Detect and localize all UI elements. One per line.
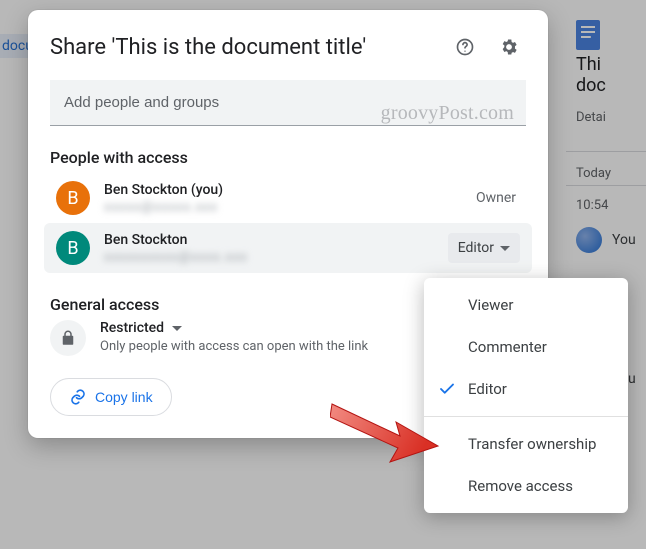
role-label: Editor — [458, 240, 494, 256]
person-email: xxxxx@xxxxx.xxx — [104, 200, 462, 215]
detail-label: Detai — [576, 110, 636, 125]
doc-title-line1: Thi — [576, 54, 636, 75]
role-owner-label: Owner — [476, 190, 520, 206]
user-dot-icon — [576, 227, 602, 253]
help-button[interactable] — [448, 30, 482, 64]
dialog-title: Share 'This is the document title' — [50, 35, 438, 60]
person-email: xxxxxxxxxx@xxxx.xxx — [104, 250, 434, 265]
doc-file-icon — [576, 20, 600, 50]
person-name: Ben Stockton (you) — [104, 182, 462, 198]
menu-item-editor[interactable]: Editor — [424, 368, 628, 410]
copy-link-button[interactable]: Copy link — [50, 378, 172, 416]
person-name: Ben Stockton — [104, 232, 434, 248]
menu-item-commenter[interactable]: Commenter — [424, 326, 628, 368]
menu-item-remove-access[interactable]: Remove access — [424, 465, 628, 507]
general-access-label: Restricted — [100, 320, 164, 336]
caret-down-icon — [500, 246, 510, 251]
avatar: B — [56, 231, 90, 265]
person-row-owner: B Ben Stockton (you) xxxxx@xxxxx.xxx Own… — [50, 173, 526, 223]
help-icon — [455, 37, 475, 57]
check-icon — [438, 380, 456, 398]
add-people-input[interactable] — [50, 80, 526, 125]
caret-down-icon — [172, 326, 182, 331]
today-label: Today — [576, 166, 636, 181]
settings-button[interactable] — [492, 30, 526, 64]
role-dropdown-button[interactable]: Editor — [448, 233, 520, 263]
avatar: B — [56, 181, 90, 215]
side-tab: docu — [0, 34, 30, 58]
role-menu: Viewer Commenter Editor Transfer ownersh… — [424, 278, 628, 513]
doc-title-line2: doc — [576, 75, 636, 96]
copy-link-label: Copy link — [95, 389, 153, 405]
time-label: 10:54 — [576, 198, 636, 213]
lock-icon — [59, 329, 77, 347]
restricted-badge — [50, 320, 86, 356]
menu-item-viewer[interactable]: Viewer — [424, 284, 628, 326]
menu-item-transfer-ownership[interactable]: Transfer ownership — [424, 423, 628, 465]
link-icon — [69, 388, 87, 406]
menu-separator — [424, 416, 628, 417]
gear-icon — [499, 37, 519, 57]
person-row-editor: B Ben Stockton xxxxxxxxxx@xxxx.xxx Edito… — [44, 223, 532, 273]
you-label: You — [612, 232, 636, 248]
people-with-access-heading: People with access — [50, 148, 526, 167]
